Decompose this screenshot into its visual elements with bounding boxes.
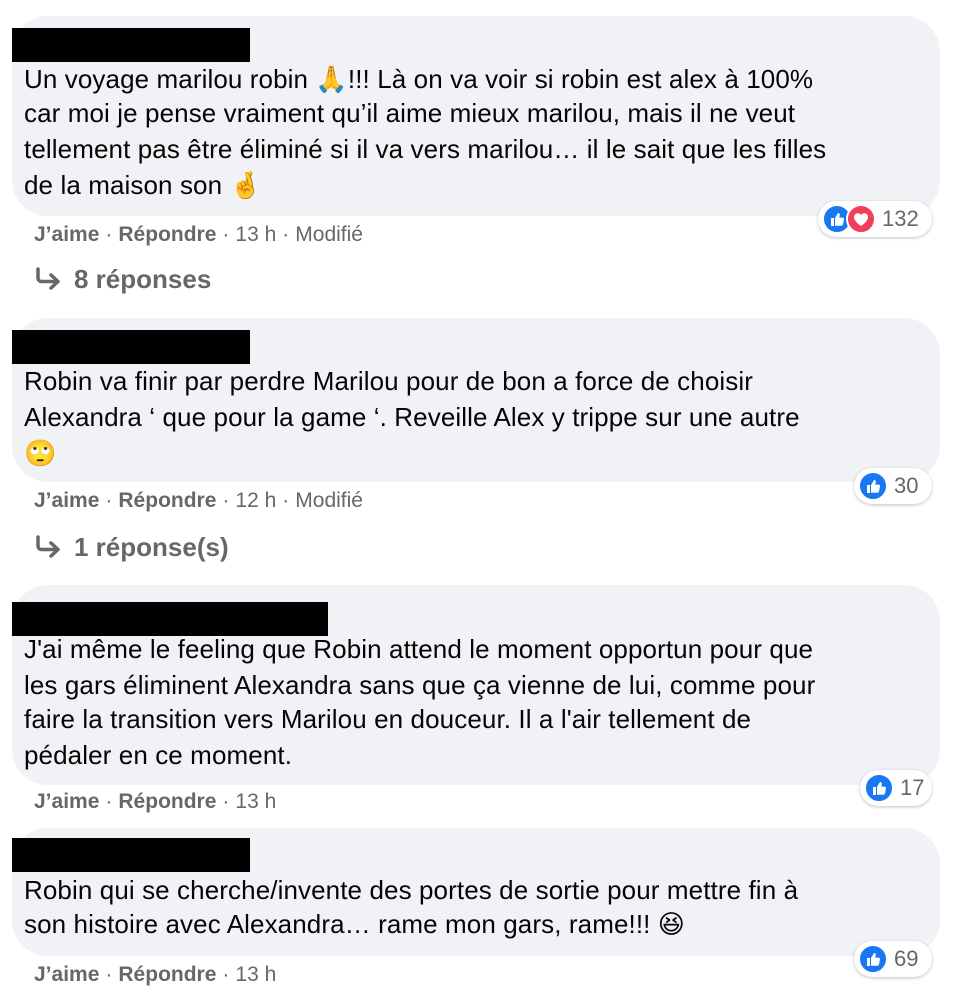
separator-dot: ·	[222, 489, 230, 512]
separator-dot: ·	[105, 790, 113, 813]
reaction-count: 17	[900, 775, 925, 800]
reaction-count: 69	[894, 946, 919, 971]
redacted-author-name	[12, 330, 250, 364]
reply-link[interactable]: Répondre	[118, 963, 216, 986]
comment-text-line: J'ai même le feeling que Robin attend le…	[24, 634, 814, 664]
replies-count-label: 8 réponses	[74, 264, 212, 294]
redacted-author-name	[12, 838, 250, 872]
like-link[interactable]: J’aime	[34, 790, 99, 813]
redacted-author-name	[12, 28, 250, 62]
comment-text-line: les gars éliminent Alexandra sans que ça…	[24, 670, 816, 700]
comment-text-line: Un voyage marilou robin 🙏!!! Là on va vo…	[24, 64, 814, 94]
replies-count-label: 1 réponse(s)	[74, 532, 229, 562]
like-link[interactable]: J’aime	[34, 223, 99, 246]
timestamp[interactable]: 13 h	[235, 790, 276, 813]
reply-arrow-icon	[34, 534, 64, 560]
reply-link[interactable]: Répondre	[118, 223, 216, 246]
comment-text-line: son histoire avec Alexandra… rame mon ga…	[24, 909, 686, 939]
reaction-count: 30	[894, 473, 919, 498]
edited-label: Modifié	[295, 223, 363, 246]
reactions-summary[interactable]: 17	[860, 770, 932, 806]
comment-text-line: pédaler en ce moment.	[24, 740, 293, 770]
separator-dot: ·	[282, 489, 290, 512]
separator-dot: ·	[105, 223, 113, 246]
comment-text-line: car moi je pense vraiment qu’il aime mie…	[24, 98, 796, 128]
like-link[interactable]: J’aime	[34, 489, 99, 512]
comment-text-line: faire la transition vers Marilou en douc…	[24, 704, 752, 734]
timestamp[interactable]: 13 h	[235, 963, 276, 986]
like-link[interactable]: J’aime	[34, 963, 99, 986]
redacted-author-name	[12, 602, 328, 636]
separator-dot: ·	[222, 790, 230, 813]
reply-link[interactable]: Répondre	[118, 790, 216, 813]
separator-dot: ·	[105, 963, 113, 986]
comment-text-line: de la maison son 🤞	[24, 170, 262, 200]
view-replies-link[interactable]: 8 réponses	[34, 264, 211, 295]
separator-dot: ·	[222, 963, 230, 986]
comment-text-line: 🙄	[24, 438, 57, 468]
like-icon	[858, 944, 888, 974]
reply-link[interactable]: Répondre	[118, 489, 216, 512]
like-icon	[858, 471, 888, 501]
reactions-summary[interactable]: 30	[854, 468, 932, 504]
separator-dot: ·	[222, 223, 230, 246]
love-icon	[846, 204, 876, 234]
comment-actions: J’aime · Répondre · 13 h	[34, 963, 276, 987]
comment-text-line: tellement pas être éliminé si il va vers…	[24, 134, 827, 164]
like-icon	[864, 773, 894, 803]
reaction-count: 132	[882, 206, 919, 231]
comment-actions: J’aime · Répondre · 12 h · Modifié	[34, 489, 363, 513]
reply-arrow-icon	[34, 266, 64, 292]
view-replies-link[interactable]: 1 réponse(s)	[34, 532, 229, 563]
edited-label: Modifié	[295, 489, 363, 512]
comment-actions: J’aime · Répondre · 13 h · Modifié	[34, 223, 363, 247]
comment-actions: J’aime · Répondre · 13 h	[34, 790, 276, 814]
separator-dot: ·	[282, 223, 290, 246]
comment-text-line: Alexandra ‘ que pour la game ‘. Reveille…	[24, 402, 800, 432]
comment-text-line: Robin va finir par perdre Marilou pour d…	[24, 366, 754, 396]
reactions-summary[interactable]: 132	[818, 201, 932, 237]
comment-text-line: Robin qui se cherche/invente des portes …	[24, 875, 799, 905]
timestamp[interactable]: 13 h	[235, 223, 276, 246]
timestamp[interactable]: 12 h	[235, 489, 276, 512]
separator-dot: ·	[105, 489, 113, 512]
reactions-summary[interactable]: 69	[854, 941, 932, 977]
